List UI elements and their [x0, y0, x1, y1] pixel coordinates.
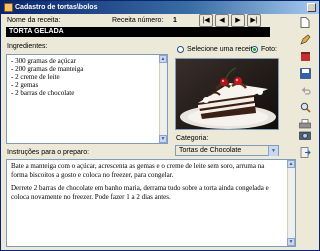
ingredient-item: - 2 barras de chocolate [11, 89, 75, 97]
first-record-button[interactable]: |◀ [199, 14, 213, 27]
select-recipe-label: Selecione uma receita [187, 46, 257, 53]
delete-icon[interactable] [298, 50, 312, 62]
ingredient-item: - 300 gramas de açúcar [11, 57, 76, 65]
ingredients-list: - 300 gramas de açúcar - 200 gramas de m… [7, 55, 167, 97]
scroll-up-icon[interactable]: ▲ [287, 160, 295, 168]
window-title: Cadastro de tortas\bolos [15, 4, 98, 11]
select-recipe-radio[interactable] [177, 46, 184, 53]
category-value: Tortas de Chocolate [179, 147, 242, 154]
ingredient-item: - 2 gemas [11, 81, 39, 89]
edit-pencil-icon[interactable] [298, 33, 312, 45]
photo-radio[interactable] [251, 46, 258, 53]
cake-image [176, 59, 278, 129]
undo-icon[interactable] [298, 84, 312, 96]
scroll-up-icon[interactable]: ▲ [159, 55, 167, 63]
camera-icon[interactable] [298, 129, 312, 141]
new-document-icon[interactable] [298, 16, 312, 28]
category-select[interactable]: Tortas de Chocolate ▼ [175, 145, 279, 156]
instructions-paragraph: Derrete 2 barras de chocolate em banho m… [11, 184, 269, 201]
category-label: Categoria: [176, 135, 209, 142]
ingredients-textarea[interactable]: - 300 gramas de açúcar - 200 gramas de m… [6, 54, 168, 144]
title-bar: Cadastro de tortas\bolos [1, 1, 319, 14]
exit-icon[interactable] [298, 146, 312, 158]
main-window: Cadastro de tortas\bolos Nome da receita… [0, 0, 320, 251]
ingredients-scrollbar[interactable]: ▲ ▼ [159, 55, 167, 143]
recipe-number-label: Receita número: [112, 17, 164, 24]
instructions-textarea[interactable]: Bate a manteiga com o açúcar, acrescenta… [6, 159, 296, 247]
recipe-name-label: Nome da receita: [7, 17, 61, 24]
close-icon[interactable] [307, 3, 316, 12]
instructions-text: Bate a manteiga com o açúcar, acrescenta… [7, 160, 295, 203]
prev-record-button[interactable]: ◀ [215, 14, 229, 27]
next-record-button[interactable]: ▶ [231, 14, 245, 27]
search-icon[interactable] [298, 101, 312, 113]
ingredient-item: - 200 gramas de manteiga [11, 65, 84, 73]
instructions-scrollbar[interactable]: ▲ ▼ [287, 160, 295, 246]
last-record-button[interactable]: ▶| [247, 14, 261, 27]
save-icon[interactable] [298, 67, 312, 79]
scroll-down-icon[interactable]: ▼ [287, 238, 295, 246]
ingredient-item: - 2 creme de leite [11, 73, 60, 81]
recipe-name-field[interactable]: TORTA GELADA [6, 27, 270, 37]
recipe-number-value: 1 [173, 17, 177, 24]
photo-label: Foto: [261, 46, 277, 53]
ingredients-label: Ingredientes: [7, 43, 48, 50]
recipe-photo [175, 58, 279, 130]
chevron-down-icon[interactable]: ▼ [268, 146, 278, 156]
instructions-paragraph: Bate a manteiga com o açúcar, acrescenta… [11, 162, 265, 179]
instructions-label: Instruções para o preparo: [7, 149, 90, 156]
app-icon [4, 3, 13, 12]
scroll-down-icon[interactable]: ▼ [159, 135, 167, 143]
